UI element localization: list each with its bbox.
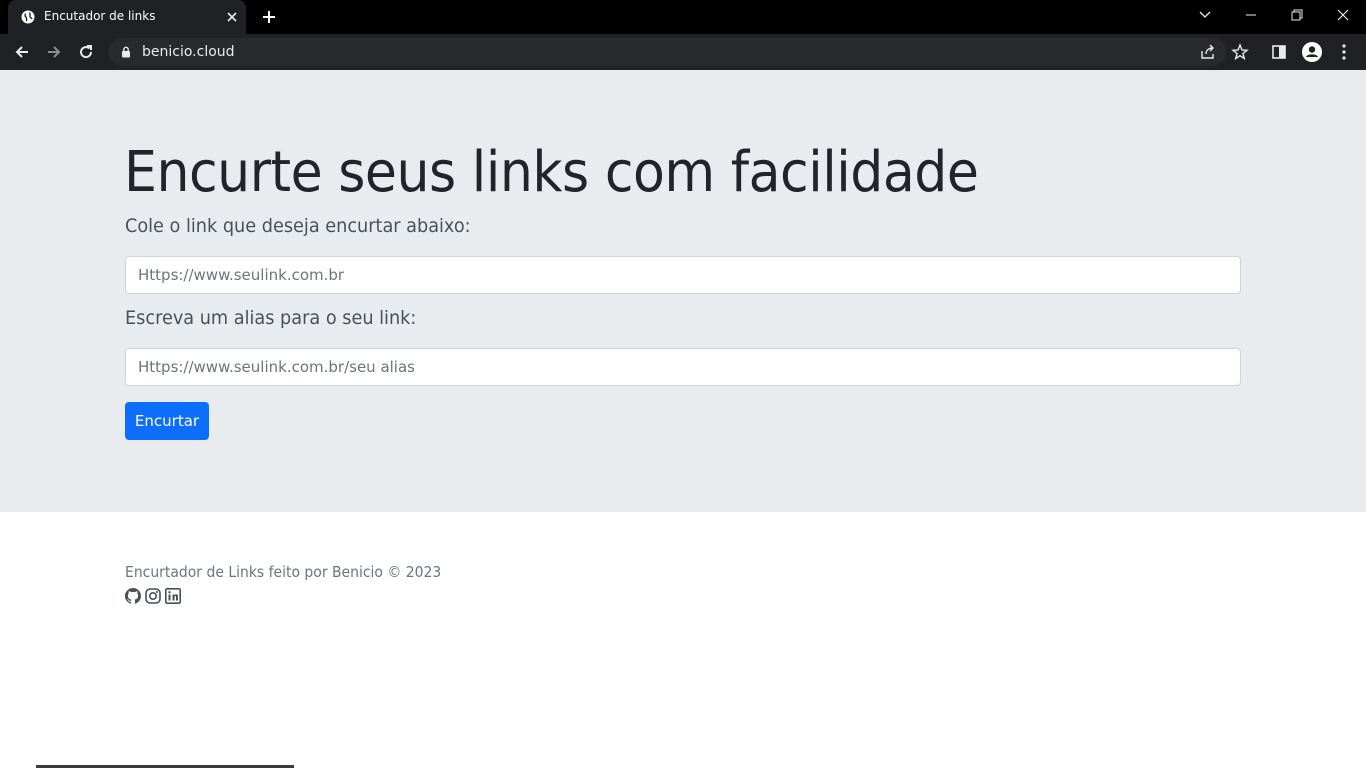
globe-icon (21, 10, 35, 24)
lock-icon[interactable] (120, 46, 132, 58)
side-panel-icon[interactable] (1267, 40, 1291, 64)
menu-icon[interactable] (1332, 40, 1356, 64)
url-input[interactable] (125, 256, 1241, 294)
alias-label: Escreva um alias para o seu link: (125, 307, 417, 329)
tab-title: Encutador de links (44, 9, 156, 23)
page-title: Encurte seus links com facilidade (124, 140, 979, 205)
restore-icon[interactable] (1274, 0, 1320, 30)
address-bar[interactable]: benicio.cloud (108, 38, 1226, 66)
close-icon[interactable] (224, 9, 240, 25)
tab-search-icon[interactable] (1182, 0, 1228, 30)
url-label: Cole o link que deseja encurtar abaixo: (125, 215, 471, 237)
star-icon[interactable] (1231, 43, 1249, 61)
reload-icon[interactable] (74, 40, 98, 64)
plus-icon[interactable] (260, 8, 278, 26)
share-icon[interactable] (1199, 43, 1217, 61)
profile-icon[interactable] (1300, 40, 1324, 64)
instagram-icon[interactable] (145, 588, 161, 604)
footer-text: Encurtador de Links feito por Benicio © … (125, 563, 442, 581)
hero-section: Encurte seus links com facilidade Cole o… (0, 70, 1366, 512)
shorten-button[interactable]: Encurtar (125, 402, 209, 440)
browser-tab[interactable]: Encutador de links (8, 0, 246, 34)
forward-icon[interactable] (42, 40, 66, 64)
back-icon[interactable] (10, 40, 34, 64)
browser-toolbar: benicio.cloud (0, 34, 1366, 70)
url-text[interactable]: benicio.cloud (142, 44, 235, 60)
alias-input[interactable] (125, 348, 1241, 386)
linkedin-icon[interactable] (165, 588, 181, 604)
minimize-icon[interactable] (1228, 0, 1274, 30)
github-icon[interactable] (125, 588, 141, 604)
browser-titlebar: Encutador de links (0, 0, 1366, 34)
close-window-icon[interactable] (1320, 0, 1366, 30)
